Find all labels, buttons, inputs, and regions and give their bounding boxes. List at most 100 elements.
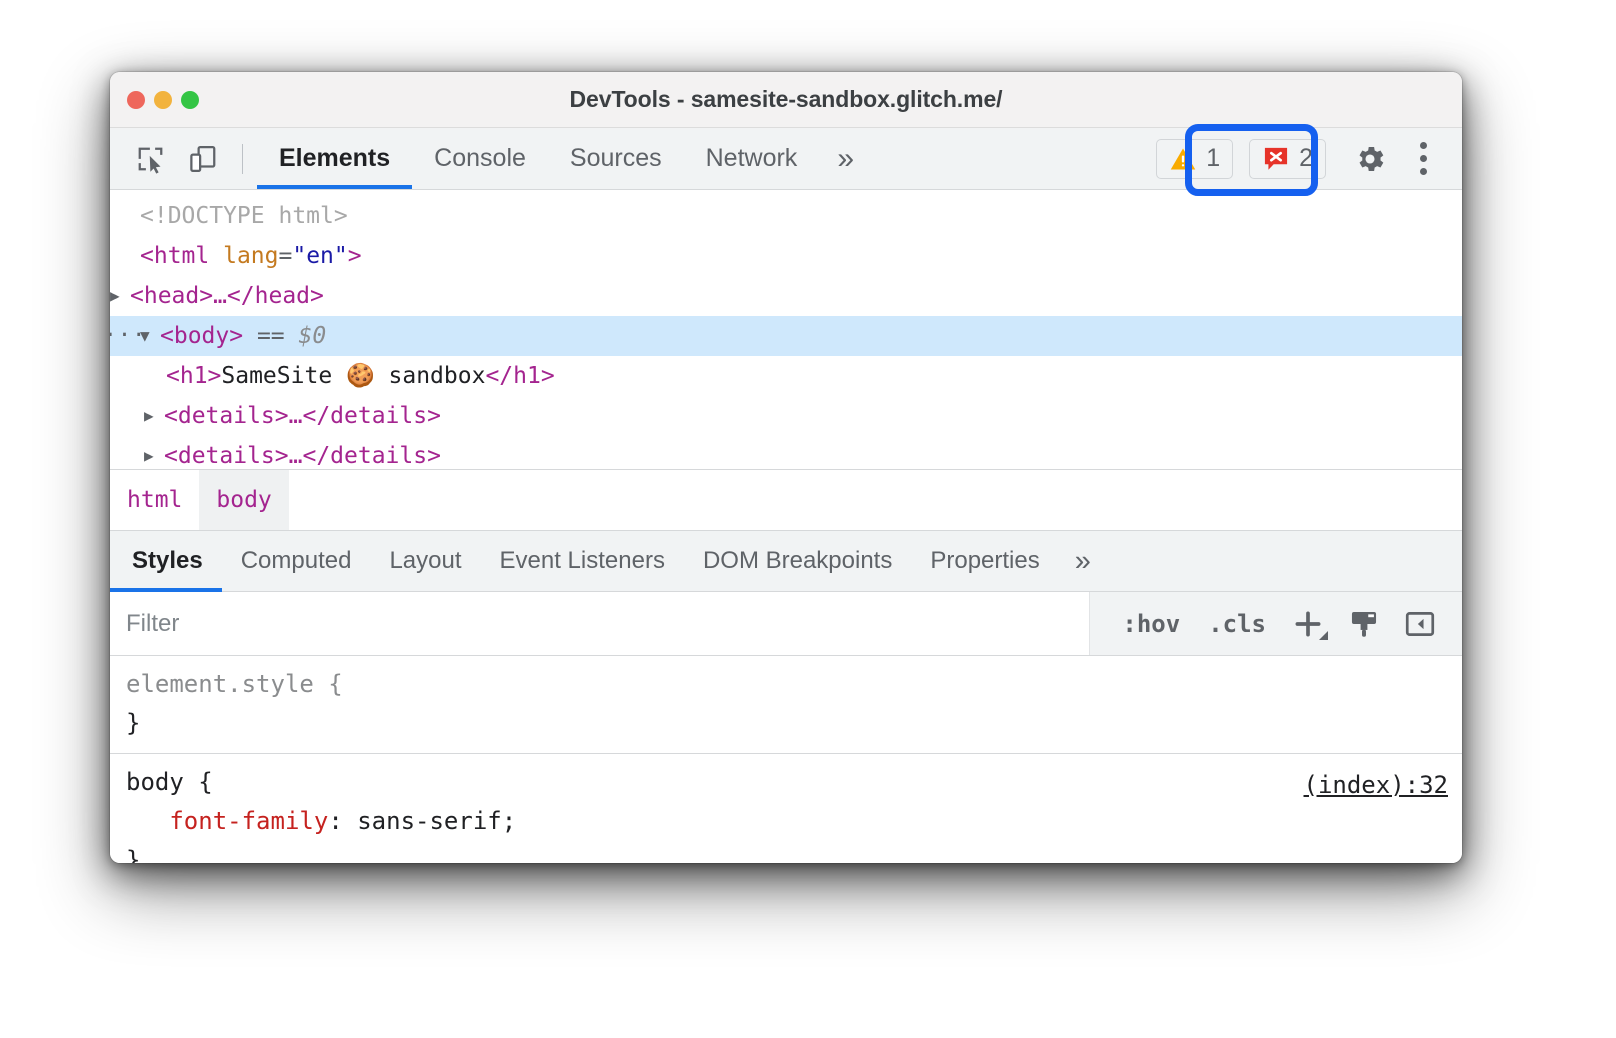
dom-row-doctype[interactable]: <!DOCTYPE html>	[110, 196, 1462, 236]
maximize-window-button[interactable]	[181, 91, 199, 109]
breadcrumb-item-html[interactable]: html	[110, 470, 199, 530]
toolbar-icon-group	[110, 128, 257, 189]
dom-row-html[interactable]: <html lang="en">	[110, 236, 1462, 276]
declaration-line[interactable]: font-family: sans-serif;	[126, 802, 1462, 841]
styles-filter-bar: :hov .cls	[110, 592, 1462, 656]
dropdown-triangle-icon	[1319, 631, 1328, 640]
breadcrumb-item-body[interactable]: body	[199, 470, 288, 530]
dom-row-head[interactable]: ▶<head>…</head>	[110, 276, 1462, 316]
body-tag-text: <body>	[160, 316, 243, 356]
paintbrush-icon	[1347, 607, 1381, 641]
collapse-sidebar-button[interactable]	[1392, 601, 1448, 647]
expand-arrow-icon[interactable]: ▶	[110, 276, 130, 316]
warning-triangle-icon	[1169, 145, 1197, 173]
tab-network[interactable]: Network	[684, 128, 820, 189]
toggle-class-button[interactable]: .cls	[1194, 610, 1280, 638]
dom-breadcrumb: html body	[110, 469, 1462, 530]
styles-filter-input[interactable]	[110, 592, 1090, 655]
body-eq-text: ==	[257, 316, 285, 356]
tab-dom-breakpoints[interactable]: DOM Breakpoints	[684, 531, 911, 591]
html-attr-value: "en"	[292, 236, 347, 276]
window-titlebar: DevTools - samesite-sandbox.glitch.me/	[110, 72, 1462, 128]
declaration-property[interactable]: font-family	[169, 807, 328, 835]
html-attr-name: lang	[223, 236, 278, 276]
rule-selector-line: element.style {	[126, 665, 1462, 704]
declaration-value[interactable]: sans-serif;	[357, 807, 516, 835]
rule-open-brace: {	[328, 670, 342, 698]
doctype-text: <!DOCTYPE html>	[140, 196, 348, 236]
html-tag-open: <html	[140, 236, 223, 276]
print-media-button[interactable]	[1336, 601, 1392, 647]
toolbar-divider	[242, 144, 243, 174]
node-badge-dots[interactable]: ···	[110, 316, 140, 356]
tab-sources[interactable]: Sources	[548, 128, 684, 189]
inspect-element-icon	[136, 144, 166, 174]
declaration-colon: :	[328, 807, 342, 835]
style-rule-element-style[interactable]: element.style { }	[110, 656, 1462, 753]
more-tabs-button[interactable]: »	[819, 128, 872, 189]
rule-selector-line: body {	[126, 763, 1462, 802]
traffic-lights	[127, 91, 199, 109]
kebab-menu-icon	[1420, 142, 1427, 175]
details-node-text: <details>…</details>	[164, 436, 441, 469]
tab-computed[interactable]: Computed	[222, 531, 371, 591]
h1-open-tag: <h1>	[166, 356, 221, 396]
tab-event-listeners[interactable]: Event Listeners	[481, 531, 684, 591]
dom-tree-panel[interactable]: <!DOCTYPE html> <html lang="en"> ▶<head>…	[110, 190, 1462, 469]
rule-open-brace: {	[198, 768, 212, 796]
window-title: DevTools - samesite-sandbox.glitch.me/	[110, 86, 1462, 113]
rule-close-line: }	[126, 841, 1462, 863]
close-window-button[interactable]	[127, 91, 145, 109]
device-toolbar-icon	[188, 144, 218, 174]
h1-text-content: SameSite 🍪 sandbox	[221, 356, 485, 396]
error-count-value: 2	[1299, 144, 1313, 173]
rule-selector[interactable]: body	[126, 768, 184, 796]
dom-row-details-2[interactable]: ▶<details>…</details>	[110, 436, 1462, 469]
tab-styles[interactable]: Styles	[110, 531, 222, 591]
style-rule-body[interactable]: (index):32 body { font-family: sans-seri…	[110, 753, 1462, 863]
dom-row-h1[interactable]: <h1>SameSite 🍪 sandbox</h1>	[110, 356, 1462, 396]
screenshot-root: DevTools - samesite-sandbox.glitch.me/	[0, 0, 1616, 1038]
expand-arrow-icon[interactable]: ▶	[144, 436, 164, 469]
inspect-element-button[interactable]	[128, 136, 174, 182]
toolbar-status-group: 1 2	[1156, 128, 1462, 189]
more-sidebar-tabs-button[interactable]: »	[1059, 531, 1107, 591]
html-tag-close: >	[348, 236, 362, 276]
devtools-window: DevTools - samesite-sandbox.glitch.me/	[110, 72, 1462, 863]
panel-tabs: Elements Console Sources Network »	[257, 128, 872, 189]
styles-sidebar-tabs: Styles Computed Layout Event Listeners D…	[110, 530, 1462, 592]
new-style-rule-button[interactable]	[1280, 601, 1336, 647]
devtools-main-toolbar: Elements Console Sources Network » 1	[110, 128, 1462, 190]
rule-source-link[interactable]: (index):32	[1304, 766, 1449, 805]
tab-properties[interactable]: Properties	[911, 531, 1058, 591]
collapse-sidebar-icon	[1403, 607, 1437, 641]
styles-rules-panel[interactable]: element.style { } (index):32 body { font…	[110, 656, 1462, 863]
toggle-element-state-button[interactable]: :hov	[1108, 610, 1194, 638]
head-node-text: <head>…</head>	[130, 276, 324, 316]
dom-row-body-selected[interactable]: ···▼<body> == $0	[110, 316, 1462, 356]
rule-close-line: }	[126, 704, 1462, 743]
device-toolbar-button[interactable]	[180, 136, 226, 182]
details-node-text: <details>…</details>	[164, 396, 441, 436]
body-console-ref: $0	[299, 316, 327, 356]
error-count-button[interactable]: 2	[1249, 139, 1326, 179]
styles-action-group: :hov .cls	[1090, 592, 1462, 655]
warning-count-button[interactable]: 1	[1156, 139, 1233, 179]
tab-layout[interactable]: Layout	[370, 531, 480, 591]
error-bubble-icon	[1262, 145, 1290, 173]
dom-row-details-1[interactable]: ▶<details>…</details>	[110, 396, 1462, 436]
h1-close-tag: </h1>	[485, 356, 554, 396]
gear-icon	[1353, 142, 1387, 176]
warning-count-value: 1	[1206, 144, 1220, 173]
tab-console[interactable]: Console	[412, 128, 548, 189]
minimize-window-button[interactable]	[154, 91, 172, 109]
tab-elements[interactable]: Elements	[257, 128, 412, 189]
collapse-arrow-icon[interactable]: ▼	[140, 316, 160, 356]
rule-close-brace: }	[126, 846, 140, 863]
settings-button[interactable]	[1344, 136, 1396, 182]
rule-close-brace: }	[126, 709, 140, 737]
html-attr-eq: =	[278, 236, 292, 276]
expand-arrow-icon[interactable]: ▶	[144, 396, 164, 436]
rule-selector[interactable]: element.style	[126, 670, 314, 698]
more-options-button[interactable]	[1400, 136, 1446, 182]
